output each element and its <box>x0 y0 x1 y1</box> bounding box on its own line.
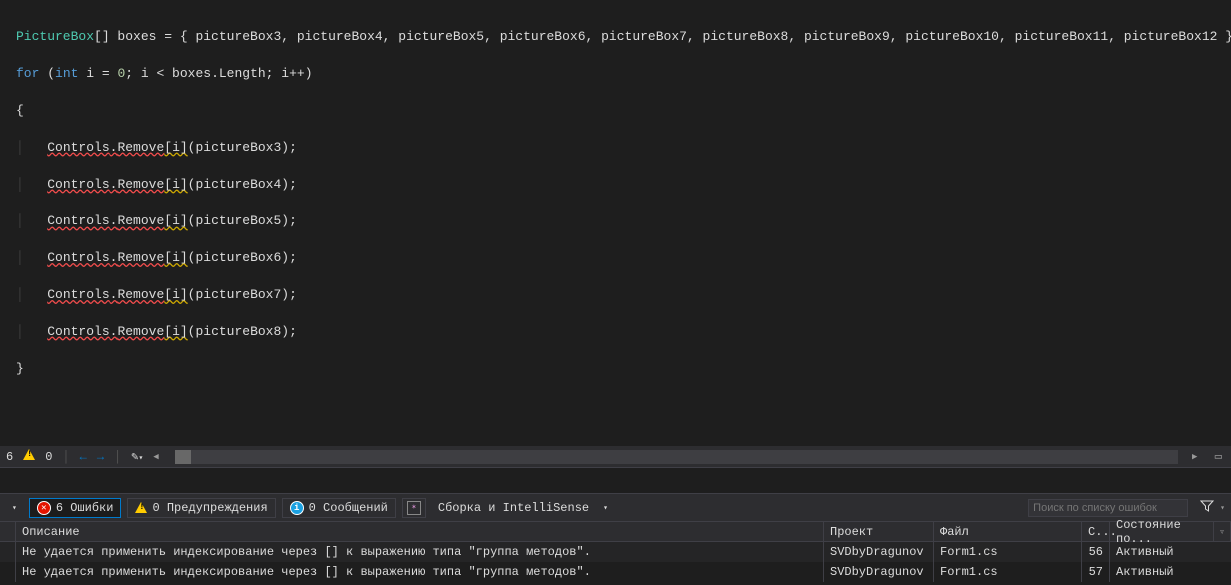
errorlist-toolbar: ▾ ✕ 6 Ошибки 0 Предупреждения i 0 Сообще… <box>0 494 1231 522</box>
warning-icon <box>135 502 147 513</box>
build-icon: ✶ <box>407 501 421 515</box>
code-line[interactable]: PictureBox[] boxes = { pictureBox3, pict… <box>16 28 1215 46</box>
error-line: 56 <box>1082 542 1110 562</box>
issues-count: 6 <box>6 450 13 464</box>
code-line[interactable]: │ Controls.Remove[i](pictureBox8); <box>16 323 1215 341</box>
horizontal-scrollbar[interactable] <box>175 450 1178 464</box>
code-line[interactable]: │ Controls.Remove[i](pictureBox7); <box>16 286 1215 304</box>
warnings-count: 0 <box>45 450 52 464</box>
info-icon: i <box>290 501 304 515</box>
code-line[interactable]: │ Controls.Remove[i](pictureBox5); <box>16 212 1215 230</box>
errorlist-header: Описание Проект Файл С... Состояние по..… <box>0 522 1231 542</box>
split-icon[interactable]: ▭ <box>1212 449 1225 464</box>
col-state[interactable]: Состояние по... <box>1110 522 1213 541</box>
col-file[interactable]: Файл <box>934 522 1082 541</box>
col-icon[interactable] <box>0 522 16 541</box>
error-row[interactable]: Не удается применить индексирование чере… <box>0 562 1231 582</box>
col-project[interactable]: Проект <box>824 522 934 541</box>
scroll-right-icon[interactable]: ▶ <box>1188 452 1202 462</box>
error-icon: ✕ <box>37 501 51 515</box>
filter-icon[interactable] <box>1200 499 1214 517</box>
column-filter-icon[interactable] <box>1213 522 1231 541</box>
error-row[interactable]: Не удается применить индексирование чере… <box>0 542 1231 562</box>
scope-dropdown[interactable]: ▾ <box>6 500 23 516</box>
type-keyword: PictureBox <box>16 29 94 44</box>
nav-forward-icon[interactable]: → <box>97 450 104 464</box>
code-line[interactable]: │ Controls.Remove[i](pictureBox3); <box>16 139 1215 157</box>
col-description[interactable]: Описание <box>16 522 824 541</box>
scroll-left-icon[interactable]: ◀ <box>153 452 158 462</box>
error-line: 57 <box>1082 562 1110 582</box>
errors-filter-button[interactable]: ✕ 6 Ошибки <box>29 498 122 518</box>
code-editor[interactable]: PictureBox[] boxes = { pictureBox3, pict… <box>0 0 1231 446</box>
messages-filter-button[interactable]: i 0 Сообщений <box>282 498 396 518</box>
nav-back-icon[interactable]: ← <box>80 450 87 464</box>
error-file: Form1.cs <box>934 542 1082 562</box>
code-line[interactable]: } <box>16 360 1215 378</box>
error-state: Активный <box>1110 562 1231 582</box>
editor-navbar: 6 0 │ ← → │ ✎▾ ◀ ▶ ▭ <box>0 446 1231 468</box>
code-line[interactable]: │ Controls.Remove[i](pictureBox6); <box>16 249 1215 267</box>
error-file: Form1.cs <box>934 562 1082 582</box>
error-state: Активный <box>1110 542 1231 562</box>
build-filter-button[interactable]: ✶ <box>402 498 426 518</box>
error-search-input[interactable] <box>1028 499 1188 517</box>
code-line[interactable]: for (int i = 0; i < boxes.Length; i++) <box>16 65 1215 83</box>
error-description: Не удается применить индексирование чере… <box>16 562 824 582</box>
warning-icon <box>23 449 35 464</box>
error-project: SVDbyDragunov <box>824 542 934 562</box>
pen-icon[interactable]: ✎▾ <box>131 449 143 464</box>
col-line[interactable]: С... <box>1082 522 1110 541</box>
code-line[interactable]: { <box>16 102 1215 120</box>
panel-gap <box>0 468 1231 494</box>
code-line[interactable]: │ Controls.Remove[i](pictureBox4); <box>16 176 1215 194</box>
dropdown-icon[interactable]: ▾ <box>1220 503 1225 513</box>
error-project: SVDbyDragunov <box>824 562 934 582</box>
warnings-filter-button[interactable]: 0 Предупреждения <box>127 498 275 518</box>
error-description: Не удается применить индексирование чере… <box>16 542 824 562</box>
build-intellisense-dropdown[interactable]: Сборка и IntelliSense ▾ <box>432 498 614 518</box>
